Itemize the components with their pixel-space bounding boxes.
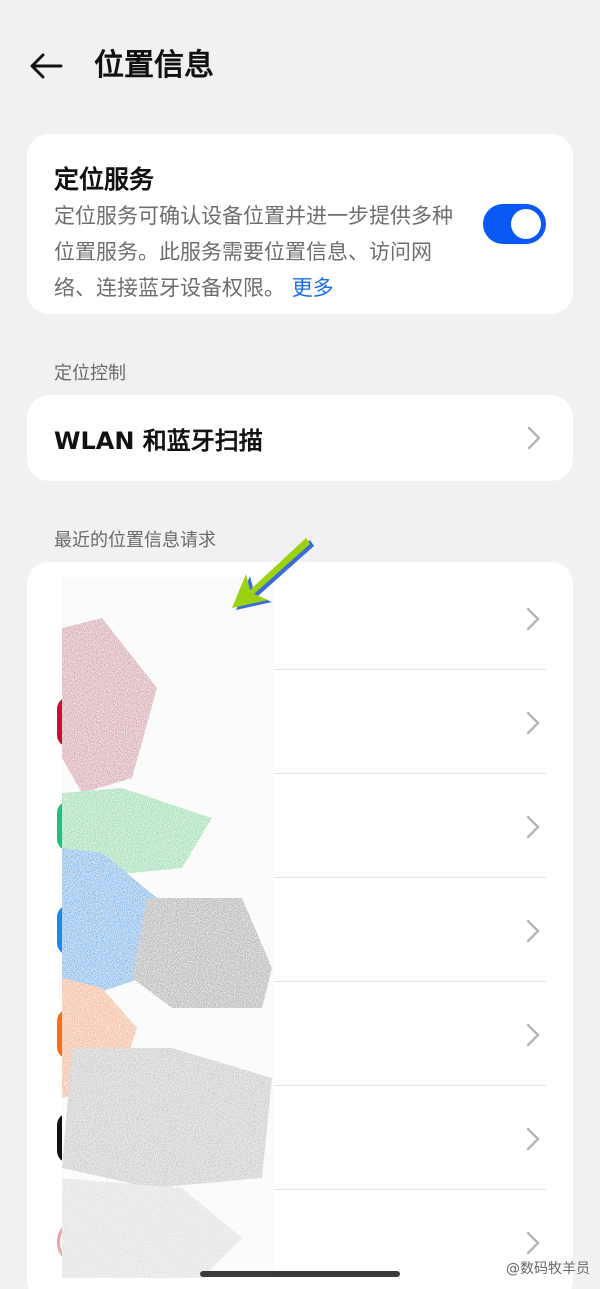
chevron-right-icon xyxy=(526,919,540,943)
more-link[interactable]: 更多 xyxy=(292,276,334,300)
chevron-right-icon xyxy=(526,1231,540,1255)
chevron-right-icon xyxy=(526,607,540,631)
list-item[interactable] xyxy=(27,878,573,982)
location-service-description-text: 定位服务可确认设备位置并进一步提供多种位置服务。此服务需要位置信息、访问网络、连… xyxy=(54,204,453,300)
chevron-right-icon xyxy=(526,1127,540,1151)
back-button[interactable] xyxy=(22,44,70,88)
list-item[interactable] xyxy=(27,670,573,774)
list-item[interactable] xyxy=(27,774,573,878)
watermark: @数码牧羊员 xyxy=(506,1261,590,1277)
app-icon xyxy=(57,905,107,955)
wlan-bluetooth-scan-label: WLAN 和蓝牙扫描 xyxy=(54,427,263,455)
app-icon xyxy=(57,697,107,747)
list-item[interactable] xyxy=(27,982,573,1086)
chevron-right-icon xyxy=(526,815,540,839)
chevron-right-icon xyxy=(526,711,540,735)
recent-requests-list: 招商银行 高功耗 xyxy=(27,562,573,1289)
annotation-arrow-icon xyxy=(232,538,314,610)
arrow-left-icon xyxy=(30,53,63,79)
list-item[interactable] xyxy=(27,1086,573,1190)
chevron-right-icon xyxy=(526,1023,540,1047)
location-service-description: 定位服务可确认设备位置并进一步提供多种位置服务。此服务需要位置信息、访问网络、连… xyxy=(54,198,464,306)
app-name: 招商银行 xyxy=(133,1224,222,1249)
app-icon xyxy=(57,801,107,851)
app-icon xyxy=(57,593,107,643)
app-icon xyxy=(57,1009,107,1059)
page-title: 位置信息 xyxy=(94,48,214,83)
location-service-toggle[interactable] xyxy=(483,204,546,244)
home-indicator[interactable] xyxy=(200,1271,400,1277)
wlan-bluetooth-scan-item[interactable]: WLAN 和蓝牙扫描 xyxy=(27,395,573,481)
section-label-recent-requests: 最近的位置信息请求 xyxy=(54,530,216,551)
section-label-location-control: 定位控制 xyxy=(54,363,126,384)
chevron-right-icon xyxy=(527,426,541,450)
toggle-knob xyxy=(511,209,541,239)
location-service-card: 定位服务 定位服务可确认设备位置并进一步提供多种位置服务。此服务需要位置信息、访… xyxy=(27,134,573,314)
app-icon xyxy=(57,1217,107,1267)
app-icon xyxy=(57,1113,107,1163)
top-bar: 位置信息 xyxy=(0,0,600,130)
app-power-usage: 高功耗 xyxy=(133,1252,179,1270)
location-service-title: 定位服务 xyxy=(54,165,155,194)
